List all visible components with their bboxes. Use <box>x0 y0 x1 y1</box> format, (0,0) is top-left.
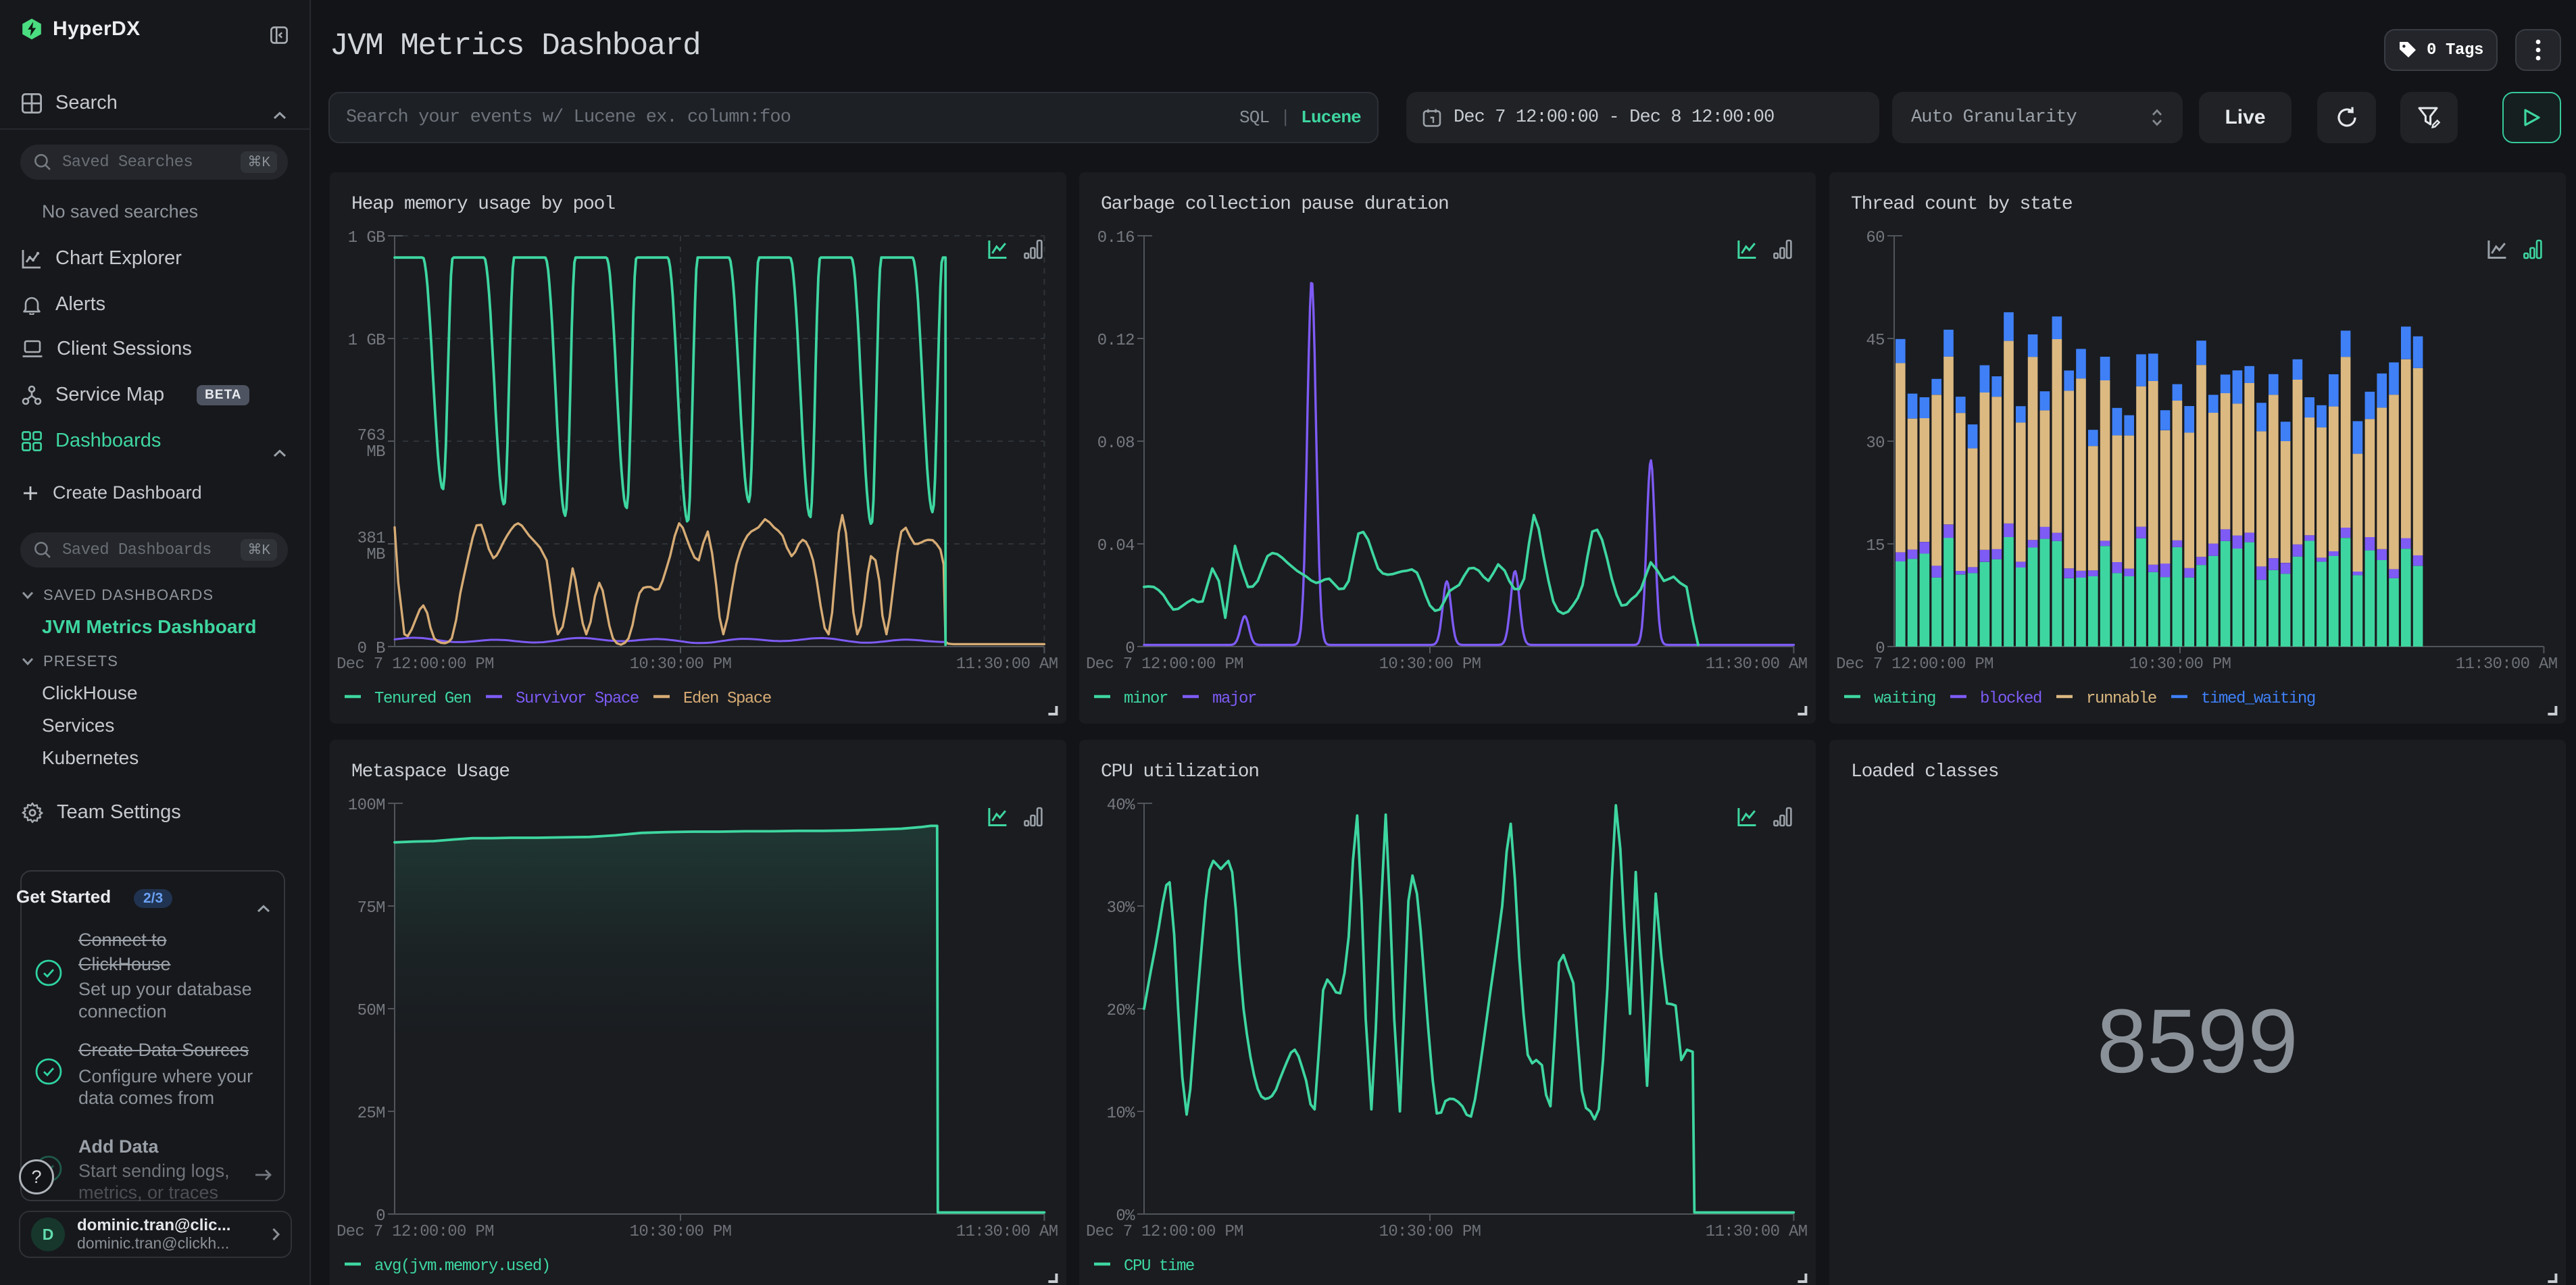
svg-text:11:30:00 AM: 11:30:00 AM <box>2455 655 2557 674</box>
svg-text:50M: 50M <box>357 1002 385 1020</box>
svg-text:MB: MB <box>366 443 385 461</box>
svg-text:10:30:00 PM: 10:30:00 PM <box>630 655 732 674</box>
svg-text:10%: 10% <box>1107 1105 1136 1123</box>
svg-text:Loaded classes: Loaded classes <box>1851 761 1998 782</box>
svg-text:minor: minor <box>1124 690 1168 708</box>
svg-text:MB: MB <box>366 546 385 564</box>
svg-text:timed_waiting: timed_waiting <box>2201 690 2315 708</box>
svg-text:15: 15 <box>1866 537 1885 555</box>
svg-text:381: 381 <box>357 530 386 548</box>
svg-text:Garbage collection pause durat: Garbage collection pause duration <box>1101 194 1449 215</box>
svg-text:11:30:00 AM: 11:30:00 AM <box>956 1223 1058 1241</box>
svg-text:waiting: waiting <box>1874 690 1935 708</box>
svg-text:1 GB: 1 GB <box>348 229 385 247</box>
svg-text:major: major <box>1212 690 1256 708</box>
svg-text:Dec 7 12:00:00 PM: Dec 7 12:00:00 PM <box>1086 655 1243 674</box>
svg-text:20%: 20% <box>1107 1002 1136 1020</box>
svg-text:25M: 25M <box>357 1105 385 1123</box>
svg-text:Eden Space: Eden Space <box>683 690 771 708</box>
svg-text:11:30:00 AM: 11:30:00 AM <box>1706 1223 1808 1241</box>
svg-text:45: 45 <box>1866 332 1885 350</box>
svg-text:75M: 75M <box>357 899 385 917</box>
svg-text:0.04: 0.04 <box>1097 537 1135 555</box>
svg-text:763: 763 <box>357 427 385 445</box>
svg-text:Tenured Gen: Tenured Gen <box>374 690 471 708</box>
svg-text:Metaspace Usage: Metaspace Usage <box>351 761 510 782</box>
svg-text:10:30:00 PM: 10:30:00 PM <box>1379 1223 1481 1241</box>
svg-text:0.08: 0.08 <box>1097 434 1135 453</box>
svg-text:Heap memory usage by pool: Heap memory usage by pool <box>351 194 615 215</box>
svg-text:Thread count by state: Thread count by state <box>1851 194 2072 215</box>
svg-text:11:30:00 AM: 11:30:00 AM <box>1706 655 1808 674</box>
svg-text:10:30:00 PM: 10:30:00 PM <box>2129 655 2231 674</box>
svg-text:11:30:00 AM: 11:30:00 AM <box>956 655 1058 674</box>
svg-text:Dec 7 12:00:00 PM: Dec 7 12:00:00 PM <box>1086 1223 1243 1241</box>
svg-text:10:30:00 PM: 10:30:00 PM <box>1379 655 1481 674</box>
svg-text:60: 60 <box>1866 229 1885 247</box>
svg-text:CPU time: CPU time <box>1124 1257 1194 1276</box>
svg-text:avg(jvm.memory.used): avg(jvm.memory.used) <box>374 1257 550 1276</box>
svg-text:100M: 100M <box>348 797 385 815</box>
svg-text:1 GB: 1 GB <box>348 332 385 350</box>
svg-text:8599: 8599 <box>2096 991 2298 1092</box>
svg-text:blocked: blocked <box>1980 690 2041 708</box>
svg-text:30: 30 <box>1866 434 1885 453</box>
svg-text:Dec 7 12:00:00 PM: Dec 7 12:00:00 PM <box>337 1223 494 1241</box>
svg-text:Survivor Space: Survivor Space <box>516 690 639 708</box>
svg-text:30%: 30% <box>1107 899 1136 917</box>
svg-text:Dec 7 12:00:00 PM: Dec 7 12:00:00 PM <box>337 655 494 674</box>
svg-text:40%: 40% <box>1107 797 1136 815</box>
svg-text:CPU utilization: CPU utilization <box>1101 761 1259 782</box>
svg-text:0.16: 0.16 <box>1097 229 1135 247</box>
svg-text:10:30:00 PM: 10:30:00 PM <box>630 1223 732 1241</box>
svg-text:0.12: 0.12 <box>1097 332 1135 350</box>
svg-text:runnable: runnable <box>2086 690 2156 708</box>
svg-text:Dec 7 12:00:00 PM: Dec 7 12:00:00 PM <box>1836 655 1993 674</box>
